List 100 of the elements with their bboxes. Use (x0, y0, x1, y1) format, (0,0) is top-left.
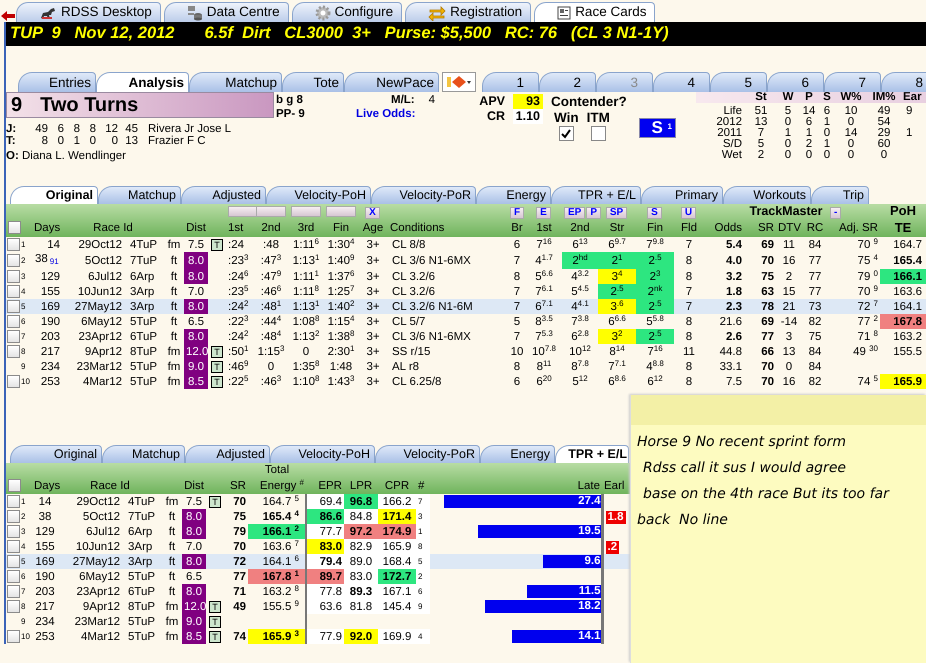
tab[interactable]: NewPace (344, 72, 439, 92)
table-row[interactable]: 5 169 27May12 3Arp ft 8.0 72 164.1 $^{6}$ 79.4 89.0 168.4 5 9.6 (6, 554, 630, 569)
column-header[interactable]: Days (32, 219, 62, 237)
tab[interactable]: Adjusted (185, 445, 270, 463)
column-header[interactable]: Race Id (62, 219, 164, 237)
column-header[interactable]: Fld (674, 219, 704, 237)
tab[interactable]: Energy (480, 445, 555, 463)
table-row[interactable]: 10 253 4Mar12 5TuP fm 8.5 T :22$^{5}$ :46$^{3}$ 1:10$^{8}$ 1:43$^{3}$ 3+ CL 6.25/8 6 6$^{20}$ 5$^{12}$ 6$^{8.6}$ 6$^{12}$ 8 7.5 70 16 82 74 $^{5}$ 165.9 (6, 374, 926, 389)
column-header[interactable]: 1st (526, 219, 562, 237)
tab[interactable]: Trip (811, 186, 869, 204)
pace-button[interactable]: F (510, 207, 524, 219)
row-checkbox[interactable] (7, 314, 20, 328)
column-header[interactable]: 2nd (562, 219, 598, 237)
table-row[interactable]: 1 14 29Oct12 4TuP fm 7.5 T :24 :48 1:11$^{6}$ 1:30$^{4}$ 3+ CL 8/8 6 7$^{16}$ 6$^{13}$ 6$^{9.7}$ 7$^{9.8}$ 7 5.4 69 11 84 70 $^{9}$ 164.7 (6, 237, 926, 252)
tab[interactable]: Velocity-PoH (270, 445, 375, 463)
horse-tab[interactable]: 1 (482, 72, 539, 92)
select-all-checkbox[interactable] (8, 221, 21, 234)
column-header[interactable]: Dist (182, 477, 206, 494)
pace-button[interactable]: EP (564, 207, 586, 219)
row-checkbox[interactable] (7, 254, 20, 267)
header-button[interactable] (291, 206, 321, 218)
tab[interactable]: Configure (292, 2, 402, 22)
tab[interactable]: TPR + E/L (555, 445, 629, 463)
tab[interactable]: Original (10, 186, 98, 204)
row-checkbox[interactable] (7, 630, 20, 643)
column-header[interactable]: SR (224, 477, 248, 494)
row-checkbox[interactable] (7, 510, 20, 523)
column-header[interactable]: LPR (344, 477, 378, 494)
checkbox[interactable] (590, 126, 606, 142)
row-checkbox[interactable] (7, 524, 20, 538)
column-header[interactable]: Conditions (388, 219, 508, 237)
column-header[interactable]: TE (880, 219, 926, 237)
row-checkbox[interactable] (7, 600, 20, 613)
row-checkbox[interactable] (7, 330, 20, 343)
table-row[interactable]: 3 129 6Jul12 6Arp ft 8.0 :24$^{6}$ :47$^{9}$ 1:11$^{1}$ 1:37$^{6}$ 3+ CL 3.2/6 8 5$^{6.6}$ 4$^{3.2}$ 3$^{4}$ 2$^{3}$ 8 3.2 75 2 77 79 $^{0}$ 166.1 (6, 269, 926, 284)
header-button[interactable] (228, 206, 258, 218)
column-header[interactable]: Fin (636, 219, 674, 237)
tab[interactable]: Matchup (102, 445, 185, 463)
column-header[interactable]: Dist (184, 219, 208, 237)
column-header[interactable]: Age (358, 219, 388, 237)
clear-button[interactable]: X (365, 207, 380, 219)
horse-tab[interactable]: 4 (653, 72, 710, 92)
row-checkbox[interactable] (7, 494, 20, 508)
horse-tab[interactable]: 2 (539, 72, 596, 92)
column-header[interactable]: 3rd (288, 219, 324, 237)
column-header[interactable]: RC (802, 219, 828, 237)
row-checkbox[interactable] (7, 570, 20, 583)
row-checkbox[interactable] (7, 374, 20, 388)
table-row[interactable]: 2 38 $_{91}$ 5Oct12 7TuP ft 8.0 :23$^{3}$ :47$^{3}$ 1:13$^{1}$ 1:40$^{9}$ 3+ CL 3/6 N1-6MX 7 4$^{1.7}$ 2$^{hd}$ 2$^{1}$ 2$^{.5}$ 8 4.0 70 16 77 75 $^{4}$ 165.4 (6, 252, 926, 269)
tab[interactable]: Registration (405, 2, 532, 22)
pace-button[interactable]: P (586, 207, 602, 219)
tool-button[interactable] (442, 72, 476, 92)
pace-button[interactable]: U (680, 207, 696, 219)
column-header[interactable]: Fin (324, 219, 358, 237)
column-header[interactable]: SR (744, 219, 776, 237)
tab[interactable]: Original (10, 445, 102, 463)
table-row[interactable]: 10 253 4Mar12 5TuP fm 8.5 T 74 165.9 $^{3}$ 77.9 92.0 169.9 4 14.1 (6, 629, 630, 644)
tab[interactable]: TPR + E/L (551, 186, 641, 204)
pace-button[interactable]: SP (606, 207, 628, 219)
tab[interactable]: Energy (476, 186, 551, 204)
table-row[interactable]: 6 190 6May12 5TuP ft 6.5 :22$^{3}$ :44$^{4}$ 1:08$^{8}$ 1:15$^{4}$ 3+ CL 5/7 5 8$^{3.5}$ 7$^{3.8}$ 6$^{6.6}$ 5$^{5.8}$ 8 21.6 69 -14 82 77 $^{2}$ 167.8 (6, 314, 926, 329)
row-checkbox[interactable] (7, 344, 20, 358)
table-row[interactable]: 7 203 23Apr12 6TuP ft 8.0 :24$^{2}$ :48$^{4}$ 1:13$^{2}$ 1:38$^{8}$ 3+ CL 3/6 N1-6MX 7 7$^{5.3}$ 6$^{2.8}$ 3$^{2}$ 2$^{.5}$ 8 2.6 77 3 75 71 $^{8}$ 163.2 (6, 329, 926, 344)
column-header[interactable]: 2nd (254, 219, 288, 237)
checkbox[interactable] (558, 126, 574, 142)
select-all-checkbox[interactable] (8, 478, 21, 492)
table-row[interactable]: 9 234 23Mar12 5TuP fm 9.0 T :46$^{9}$ 0 1:35$^{8}$ 1:48 3+ AL r8 8 8$^{11}$ 8$^{7.8}$ 7$^{7.1}$ 4$^{8.8}$ 8 33.1 70 0 84 (6, 359, 926, 374)
table-row[interactable]: 3 129 6Jul12 6Arp ft 8.0 79 166.1 $^{2}$ 77.7 97.2 174.9 1 19.5 (6, 524, 630, 539)
row-checkbox[interactable] (7, 270, 20, 283)
table-row[interactable]: 4 155 10Jun12 3Arp ft 7.0 :23$^{5}$ :46$^{6}$ 1:11$^{8}$ 1:25$^{7}$ 3+ CL 3.2/6 7 7$^{6.1}$ 5$^{4.5}$ 2$^{.5}$ 2$^{nk}$ 7 1.8 63 15 77 70 $^{9}$ 163.6 (6, 284, 926, 299)
tab[interactable]: RDSS Desktop (16, 2, 161, 22)
column-header[interactable]: Odds (704, 219, 744, 237)
tab[interactable]: Entries (18, 72, 96, 92)
column-header[interactable]: CPR (378, 477, 416, 494)
tab[interactable]: Race Cards (534, 2, 656, 22)
table-row[interactable]: 5 169 27May12 3Arp ft 8.0 :24$^{2}$ :48$^{1}$ 1:13$^{1}$ 1:40$^{2}$ 3+ CL 3.2/6 N1-6M 7 6$^{7.1}$ 4$^{4.1}$ 3$^{.6}$ 2$^{.5}$ 7 2.3 78 21 73 72 $^{7}$ 164.1 (6, 299, 926, 314)
tab[interactable]: Analysis (96, 72, 189, 92)
header-button[interactable] (326, 206, 356, 218)
column-header[interactable]: Earl (602, 477, 630, 494)
column-header[interactable]: Late (430, 477, 602, 494)
tab[interactable]: Velocity-PoR (371, 186, 476, 204)
speed-button[interactable]: S $^{1}$ (639, 118, 676, 138)
row-checkbox[interactable] (7, 584, 20, 598)
tab[interactable]: Data Centre (164, 2, 289, 22)
row-checkbox[interactable] (7, 300, 20, 313)
tab[interactable]: Matchup (189, 72, 282, 92)
tab[interactable]: Tote (282, 72, 344, 92)
row-checkbox[interactable] (7, 554, 20, 568)
row-checkbox[interactable] (7, 540, 20, 553)
horse-tab[interactable]: 6 (767, 72, 824, 92)
tab[interactable]: Workouts (723, 186, 811, 204)
column-header[interactable]: Energy $^{#}$ (248, 477, 306, 494)
column-header[interactable]: Br (508, 219, 526, 237)
tab[interactable]: Matchup (98, 186, 181, 204)
tab[interactable]: Velocity-PoH (266, 186, 371, 204)
column-header[interactable]: Str (598, 219, 636, 237)
tab[interactable]: Primary (641, 186, 723, 204)
horse-tab[interactable]: 7 (824, 72, 881, 92)
horse-tab[interactable]: 8 (881, 72, 926, 92)
horse-tab[interactable]: 5 (710, 72, 767, 92)
